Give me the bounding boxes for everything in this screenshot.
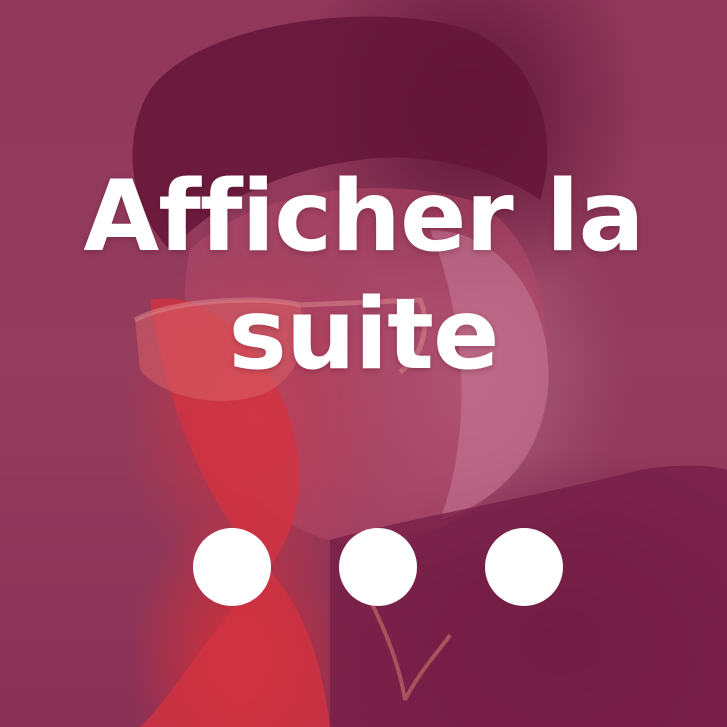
show-more-card[interactable]: Afficher la suite: [0, 0, 727, 727]
ellipsis-icon: [193, 527, 563, 607]
dot: [339, 528, 417, 606]
dot: [193, 528, 271, 606]
dot: [485, 528, 563, 606]
show-more-label: Afficher la suite: [83, 160, 644, 392]
